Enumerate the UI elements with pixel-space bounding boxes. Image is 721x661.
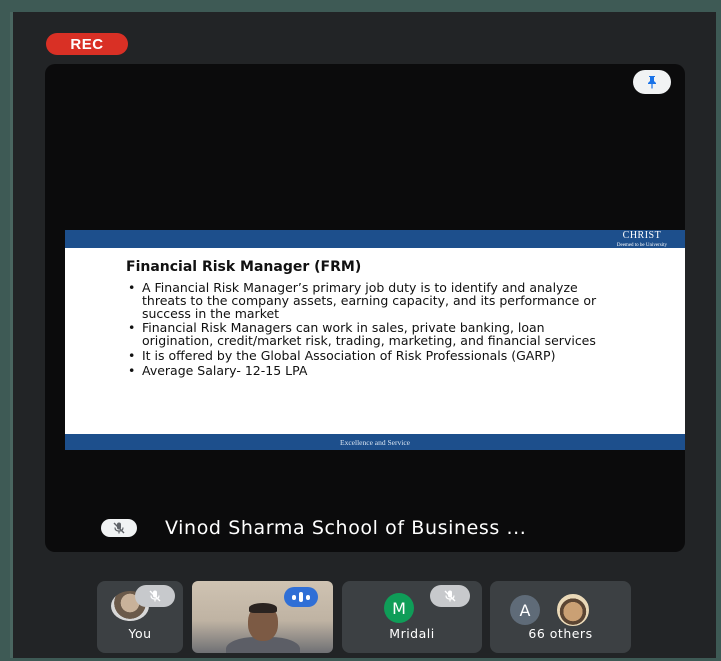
audio-level-icon xyxy=(284,587,318,607)
pin-icon xyxy=(648,76,656,89)
mic-off-icon xyxy=(113,522,125,534)
avatar xyxy=(556,593,590,627)
avatar: A xyxy=(510,595,540,625)
participant-name: 66 others xyxy=(528,626,593,641)
video-person-hair xyxy=(249,603,277,613)
slide-header-band: CHRIST Deemed to be University xyxy=(65,230,685,248)
recording-label: REC xyxy=(70,35,104,53)
pin-button[interactable] xyxy=(633,70,671,94)
participant-mic-status xyxy=(430,585,470,607)
presentation-stage[interactable]: CHRIST Deemed to be University Financial… xyxy=(45,64,685,552)
slide-brand-name: CHRIST xyxy=(622,230,662,241)
participant-video-tile[interactable] xyxy=(192,581,333,653)
mic-off-icon xyxy=(444,590,456,602)
slide-brand-tagline: Deemed to be University xyxy=(616,243,667,248)
slide-brand-logo: CHRIST Deemed to be University xyxy=(616,230,667,249)
slide-bullet: It is offered by the Global Association … xyxy=(126,349,616,363)
participant-tile-others[interactable]: A 66 others xyxy=(490,581,631,653)
presenter-mic-status xyxy=(101,519,137,537)
mic-off-icon xyxy=(149,590,161,602)
slide-footer-band: Excellence and Service xyxy=(65,434,685,450)
slide-bullet: A Financial Risk Manager’s primary job d… xyxy=(126,281,616,320)
avatar: M xyxy=(384,593,414,623)
presenter-bar: Vinod Sharma School of Business ... xyxy=(45,512,685,544)
shared-slide: CHRIST Deemed to be University Financial… xyxy=(65,230,685,450)
slide-bullet-list: A Financial Risk Manager’s primary job d… xyxy=(126,281,616,380)
slide-footer-text: Excellence and Service xyxy=(340,437,410,447)
participant-name: Mridali xyxy=(389,626,435,641)
participant-name: You xyxy=(128,626,152,641)
participant-tile-you[interactable]: You xyxy=(97,581,183,653)
presenter-name: Vinod Sharma School of Business ... xyxy=(165,517,527,539)
recording-badge: REC xyxy=(46,33,128,55)
participant-tile-mridali[interactable]: M Mridali xyxy=(342,581,482,653)
participant-mic-status xyxy=(135,585,175,607)
slide-bullet: Average Salary- 12-15 LPA xyxy=(126,364,616,378)
slide-title: Financial Risk Manager (FRM) xyxy=(126,259,362,275)
slide-bullet: Financial Risk Managers can work in sale… xyxy=(126,322,616,348)
